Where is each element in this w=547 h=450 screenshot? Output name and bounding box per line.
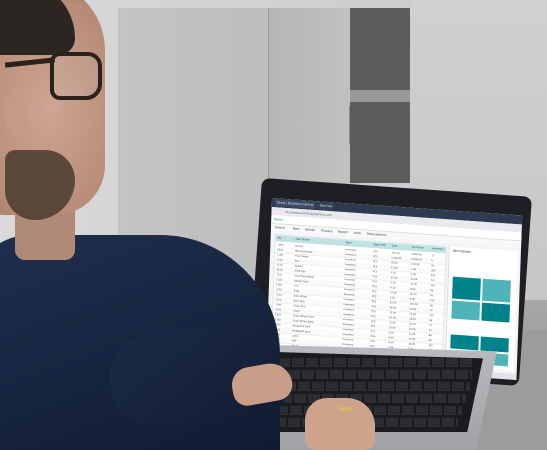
grid-header-cell[interactable]: No. <box>278 235 282 241</box>
page-title: Items <box>274 217 283 222</box>
tile-chart-5[interactable] <box>450 334 479 351</box>
tile-chart-2[interactable] <box>482 278 511 303</box>
grid-header-cell[interactable]: Unit Price <box>412 245 424 252</box>
glasses-icon <box>50 52 102 100</box>
action-more[interactable]: More options <box>367 231 387 239</box>
shelf-board <box>350 90 410 102</box>
action-item[interactable]: Item <box>354 230 361 237</box>
tile-chart-1[interactable] <box>452 276 481 301</box>
grid-header-cell[interactable]: Type <box>346 240 352 246</box>
grid-header-cell[interactable]: Cost <box>392 243 398 249</box>
ring <box>338 407 352 411</box>
grid-header-cell[interactable]: Inventory <box>432 246 444 253</box>
items-grid: No. Description Type Base Unit Cost Unit Pric… <box>270 234 447 363</box>
action-search[interactable]: Search <box>275 224 286 232</box>
person-hair <box>0 0 75 55</box>
tile-chart-4[interactable] <box>481 302 511 323</box>
action-process[interactable]: Process <box>321 227 333 235</box>
grid-header-cell[interactable]: Base Unit <box>374 242 386 249</box>
tile-chart-6[interactable] <box>480 336 509 353</box>
action-new[interactable]: New <box>293 225 300 232</box>
tile-chart-3[interactable] <box>451 300 481 321</box>
action-delete[interactable]: Delete <box>305 226 315 234</box>
person-right-hand <box>305 398 375 450</box>
factbox-title: Item Details <box>452 248 472 254</box>
photo-scene: Items | Business Central New tab busines… <box>0 0 547 450</box>
grid-header-cell[interactable]: Description <box>296 237 310 244</box>
browser-tab-new[interactable]: New tab <box>317 202 335 211</box>
person-ear <box>5 95 27 137</box>
action-report[interactable]: Report <box>338 229 348 237</box>
